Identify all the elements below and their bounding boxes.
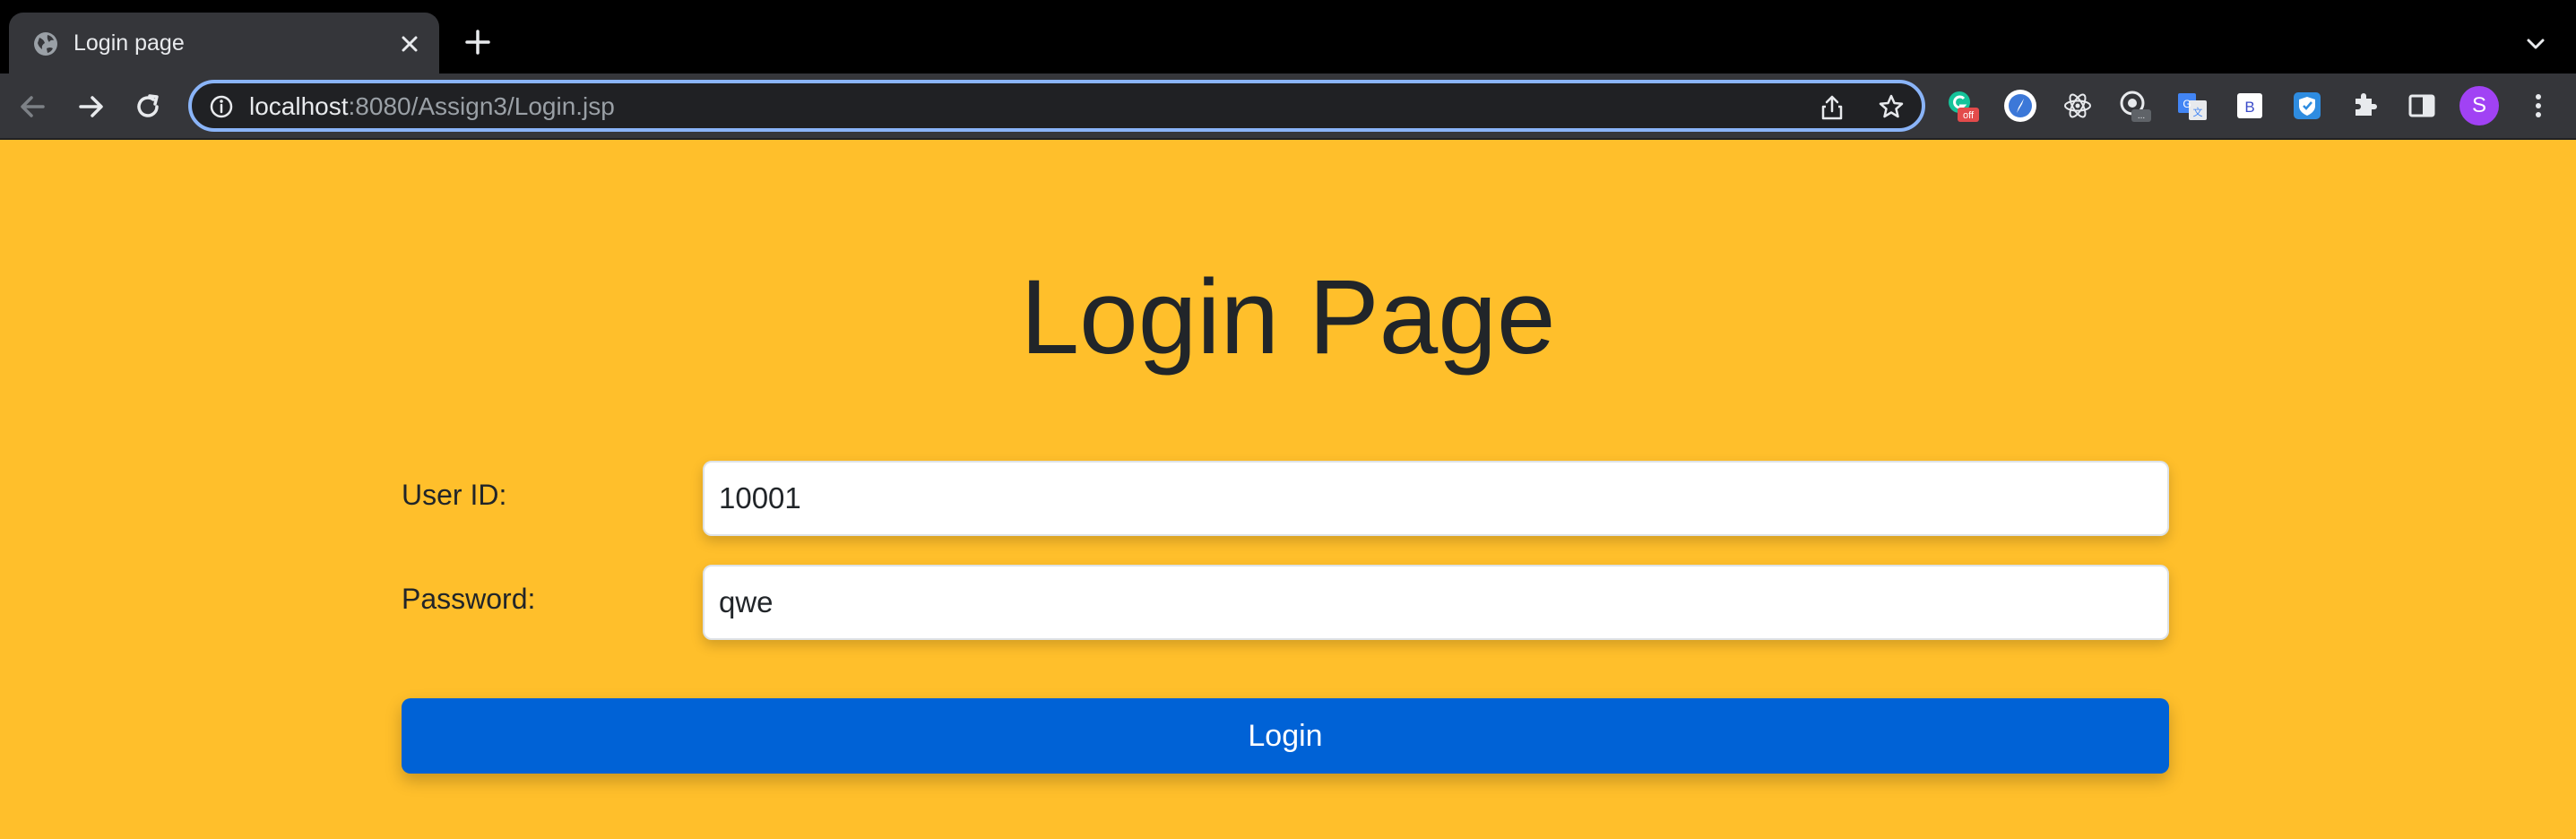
- password-input[interactable]: [703, 565, 2169, 640]
- grammarly-icon[interactable]: off: [1945, 88, 1981, 124]
- info-icon[interactable]: [208, 93, 235, 120]
- compass-extension-icon[interactable]: [2002, 88, 2038, 124]
- svg-text:G: G: [2183, 98, 2191, 110]
- puzzle-extensions-icon[interactable]: [2347, 88, 2382, 124]
- new-tab-icon[interactable]: [462, 27, 493, 57]
- side-panel-icon[interactable]: [2404, 88, 2440, 124]
- bootstrap-extension-icon[interactable]: B: [2232, 88, 2268, 124]
- react-devtools-icon[interactable]: [2060, 88, 2096, 124]
- chevron-down-icon[interactable]: [2522, 30, 2549, 57]
- user-id-label: User ID:: [402, 479, 507, 511]
- bookmark-star-icon[interactable]: [1877, 92, 1906, 121]
- back-icon[interactable]: [16, 90, 50, 124]
- share-icon[interactable]: [1819, 93, 1846, 122]
- svg-text:文: 文: [2193, 106, 2203, 118]
- url-host: localhost: [249, 92, 349, 120]
- shield-extension-icon[interactable]: [2289, 88, 2325, 124]
- page-title: Login Page: [1020, 258, 1556, 376]
- browser-tab[interactable]: Login page: [9, 13, 439, 74]
- url-text[interactable]: localhost:8080/Assign3/Login.jsp: [249, 91, 615, 122]
- monitor-badge: ...: [2138, 111, 2145, 121]
- login-button[interactable]: Login: [402, 698, 2169, 774]
- reload-icon[interactable]: [131, 90, 165, 124]
- user-id-input[interactable]: [703, 461, 2169, 536]
- profile-avatar[interactable]: S: [2459, 86, 2499, 125]
- globe-icon: [34, 32, 57, 56]
- bootstrap-badge: B: [2244, 99, 2254, 116]
- url-path: :8080/Assign3/Login.jsp: [348, 92, 615, 120]
- tab-title: Login page: [73, 30, 185, 56]
- tab-strip: Login page: [0, 0, 2576, 74]
- password-label: Password:: [402, 583, 536, 615]
- close-icon[interactable]: [396, 30, 423, 57]
- address-bar[interactable]: localhost:8080/Assign3/Login.jsp: [188, 80, 1925, 132]
- google-translate-icon[interactable]: G 文: [2174, 88, 2210, 124]
- grammarly-badge: off: [1963, 110, 1975, 121]
- forward-icon[interactable]: [73, 90, 108, 124]
- monitor-extension-icon[interactable]: ...: [2117, 88, 2153, 124]
- more-menu-icon[interactable]: [2520, 88, 2556, 124]
- browser-toolbar: localhost:8080/Assign3/Login.jsp off ...: [0, 74, 2576, 140]
